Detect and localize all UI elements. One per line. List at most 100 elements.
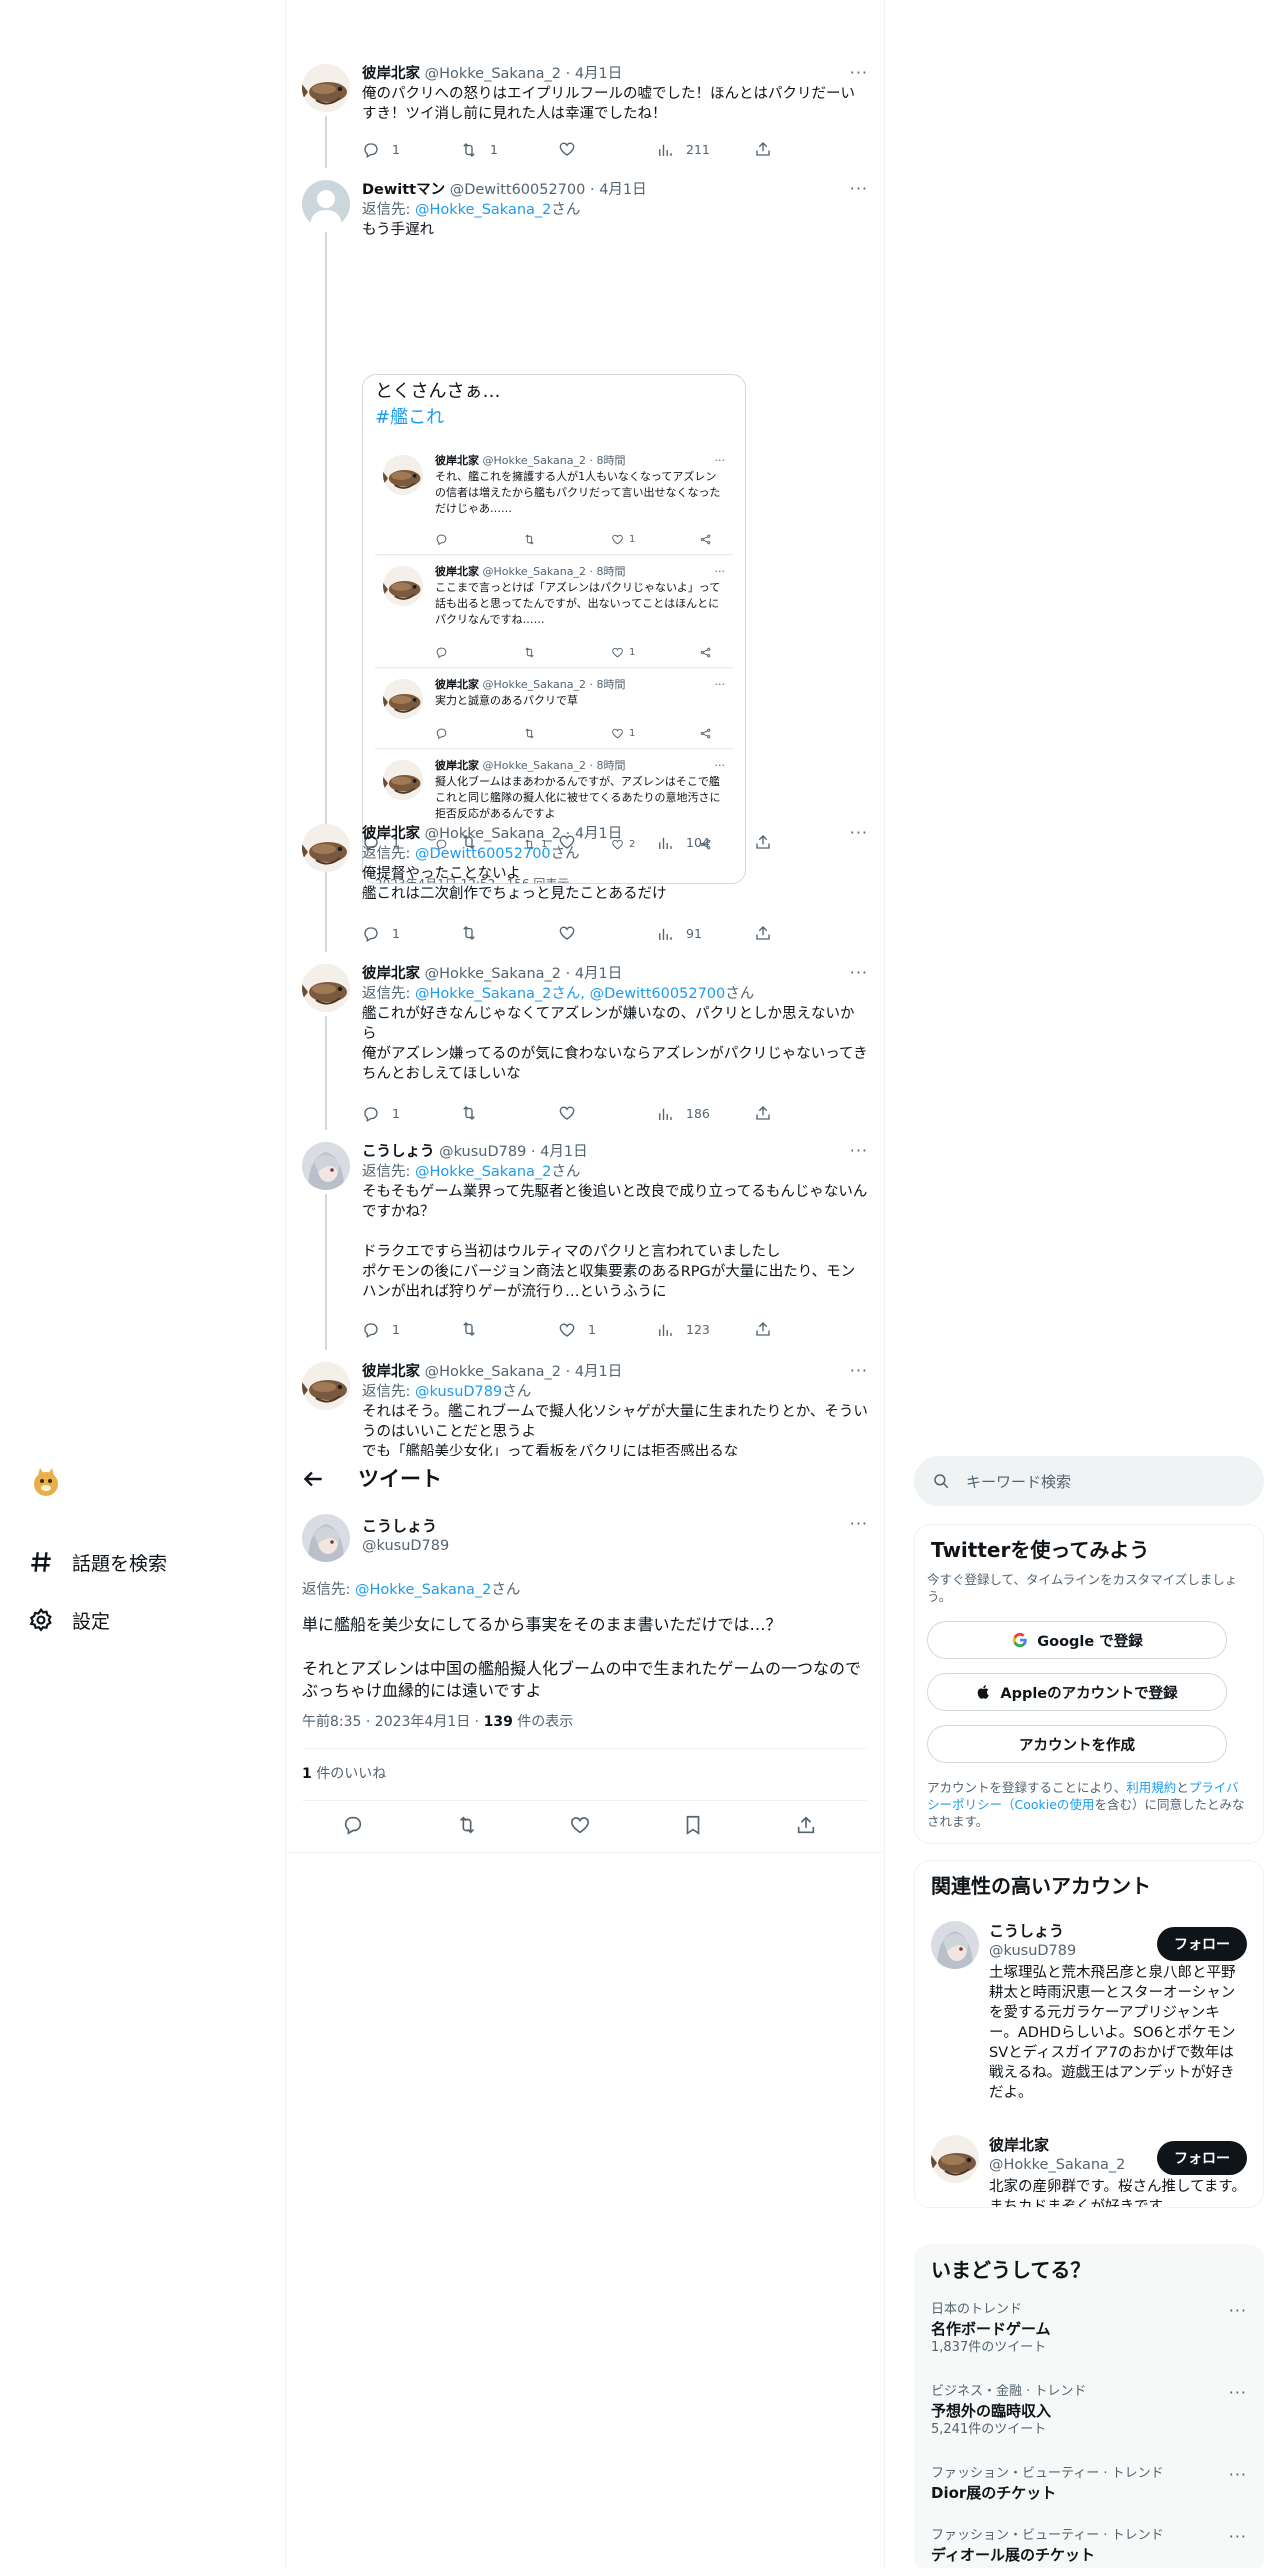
avatar[interactable]: [302, 964, 350, 1012]
sidebar-item-settings[interactable]: 設定: [28, 1600, 110, 1640]
thread-tweet[interactable]: 彼岸北家 @Hokke_Sakana_2 · 4月1日 ··· 俺のパクリへの怒り…: [286, 52, 884, 168]
more-options-icon[interactable]: ···: [850, 1514, 868, 1533]
avatar[interactable]: [302, 180, 350, 228]
tweet-image-card[interactable]: とくさんさぁ… #艦これ 彼岸北家 @Hokke_Sakana_2 · 8時間 ·…: [362, 374, 746, 884]
heart-icon[interactable]: [569, 1814, 591, 1836]
more-options-icon[interactable]: ···: [850, 64, 868, 82]
account-card[interactable]: こうしょう @kusuD789 フォロー 土塚理弘と荒木飛呂彦と泉八郎と平野耕太…: [915, 1917, 1263, 2129]
account-handle[interactable]: @kusuD789: [989, 1941, 1076, 1961]
account-card[interactable]: 彼岸北家 @Hokke_Sakana_2 フォロー 北家の産卵群です。桜さん推し…: [915, 2131, 1263, 2207]
more-options-icon[interactable]: ···: [850, 1362, 868, 1380]
sidebar-item-explore[interactable]: 話題を検索: [28, 1542, 167, 1582]
views-button[interactable]: 211: [656, 140, 710, 160]
thread-tweet[interactable]: 彼岸北家 @Hokke_Sakana_2 · 4月1日 ··· 返信先: @Dew…: [286, 812, 884, 952]
terms-link[interactable]: 利用規約: [1126, 1780, 1176, 1795]
share-button[interactable]: [754, 140, 772, 158]
avatar[interactable]: [931, 2135, 979, 2183]
retweet-icon[interactable]: [456, 1814, 478, 1836]
author-name[interactable]: 彼岸北家: [362, 66, 420, 82]
reply-to-link[interactable]: @Hokke_Sakana_2さん, @Dewitt60052700: [415, 986, 725, 1002]
tweet-actions: 1 1 123: [362, 1320, 868, 1340]
trend-item[interactable]: ファッション・ビューティー · トレンド Dior展のチケット ···: [931, 2465, 1247, 2527]
author-name[interactable]: こうしょう: [362, 1516, 437, 1536]
more-options-icon[interactable]: ···: [1229, 2301, 1247, 2320]
more-options-icon[interactable]: ···: [850, 1142, 868, 1160]
trend-item[interactable]: ファッション・ビューティー · トレンド ディオール展のチケット ···: [931, 2527, 1247, 2568]
reply-icon[interactable]: [342, 1814, 364, 1836]
author-handle[interactable]: @Dewitt60052700 · 4月1日: [450, 182, 647, 198]
thread-tweet[interactable]: こうしょう @kusuD789 · 4月1日 ··· 返信先: @Hokke_Sa…: [286, 1130, 884, 1350]
share-button[interactable]: [754, 924, 772, 942]
search-input[interactable]: キーワード検索: [966, 1471, 1071, 1492]
author-handle[interactable]: @Hokke_Sakana_2 · 4月1日: [425, 966, 623, 982]
bookmark-icon[interactable]: [682, 1814, 704, 1836]
author-name[interactable]: こうしょう: [362, 1144, 435, 1160]
thread-tweet[interactable]: 彼岸北家 @Hokke_Sakana_2 · 4月1日 ··· 返信先: @kus…: [286, 1350, 884, 1456]
like-button[interactable]: [558, 140, 588, 158]
reply-to-link[interactable]: @Hokke_Sakana_2: [415, 202, 551, 218]
share-button[interactable]: [754, 1320, 772, 1338]
avatar[interactable]: [302, 64, 350, 112]
author-handle[interactable]: @kusuD789: [362, 1536, 449, 1556]
author-name[interactable]: Dewittマン: [362, 182, 445, 198]
like-count: 1: [588, 1322, 596, 1337]
author-handle[interactable]: @Hokke_Sakana_2 · 4月1日: [425, 1364, 623, 1380]
reply-button[interactable]: 1: [362, 924, 400, 944]
reply-button[interactable]: 1: [362, 140, 400, 160]
follow-button[interactable]: フォロー: [1157, 1927, 1247, 1961]
avatar[interactable]: [302, 1514, 350, 1562]
reply-button[interactable]: 1: [362, 1320, 400, 1340]
author-name[interactable]: 彼岸北家: [362, 826, 420, 842]
reply-to-link[interactable]: @Dewitt60052700: [415, 846, 551, 862]
author-name[interactable]: 彼岸北家: [362, 966, 420, 982]
trend-item[interactable]: ビジネス・金融 · トレンド 予想外の臨時収入 5,241件のツイート ···: [931, 2383, 1247, 2445]
author-handle[interactable]: @Hokke_Sakana_2 · 4月1日: [425, 66, 623, 82]
terms-notice: アカウントを登録することにより、利用規約とプライバシーポリシー（Cookieの使…: [927, 1780, 1245, 1829]
views-button[interactable]: 91: [656, 924, 702, 944]
account-handle[interactable]: @Hokke_Sakana_2: [989, 2155, 1125, 2175]
like-button[interactable]: 1: [558, 1320, 596, 1340]
views-button[interactable]: 186: [656, 1104, 710, 1124]
avatar[interactable]: [931, 1921, 979, 1969]
retweet-button[interactable]: [460, 924, 490, 942]
more-options-icon[interactable]: ···: [850, 964, 868, 982]
search-box[interactable]: キーワード検索: [914, 1456, 1264, 1506]
author-handle[interactable]: @Hokke_Sakana_2 · 4月1日: [425, 826, 623, 842]
back-arrow-icon[interactable]: [300, 1466, 326, 1492]
google-signup-button[interactable]: Google で登録: [927, 1621, 1227, 1659]
trend-count: 1,837件のツイート: [931, 2340, 1047, 2355]
reply-button[interactable]: 1: [362, 1104, 400, 1124]
avatar[interactable]: [302, 1142, 350, 1190]
like-button[interactable]: [558, 924, 588, 942]
views-button[interactable]: 123: [656, 1320, 710, 1340]
account-name[interactable]: こうしょう: [989, 1921, 1064, 1941]
reply-to-link[interactable]: @Hokke_Sakana_2: [355, 1582, 491, 1598]
retweet-button[interactable]: 1: [460, 140, 498, 160]
share-button[interactable]: [754, 1104, 772, 1122]
more-options-icon[interactable]: ···: [1229, 2527, 1247, 2546]
share-icon[interactable]: [795, 1814, 817, 1836]
more-options-icon[interactable]: ···: [850, 180, 868, 198]
retweet-button[interactable]: [460, 1104, 490, 1122]
more-options-icon[interactable]: ···: [1229, 2465, 1247, 2484]
reply-to-link[interactable]: @kusuD789: [415, 1384, 502, 1400]
reply-to-link[interactable]: @Hokke_Sakana_2: [415, 1164, 551, 1180]
more-options-icon[interactable]: ···: [850, 824, 868, 842]
more-options-icon[interactable]: ···: [1229, 2383, 1247, 2402]
author-name[interactable]: 彼岸北家: [362, 1364, 420, 1380]
site-logo-icon[interactable]: [28, 1464, 64, 1500]
retweet-button[interactable]: [460, 1320, 490, 1338]
create-account-button[interactable]: アカウントを作成: [927, 1725, 1227, 1763]
tweet-timestamp[interactable]: 午前8:35 · 2023年4月1日 · 139 件の表示: [302, 1712, 573, 1732]
thread-tweet[interactable]: 彼岸北家 @Hokke_Sakana_2 · 4月1日 ··· 返信先: @Hok…: [286, 952, 884, 1130]
author-handle[interactable]: @kusuD789 · 4月1日: [439, 1144, 588, 1160]
avatar[interactable]: [302, 824, 350, 872]
account-bio: 土塚理弘と荒木飛呂彦と泉八郎と平野耕太と時雨沢恵一とスターオーシャンを愛する元ガ…: [989, 1965, 1236, 2101]
apple-signup-button[interactable]: Appleのアカウントで登録: [927, 1673, 1227, 1711]
likes-summary[interactable]: 1 件のいいね: [302, 1764, 386, 1784]
trend-item[interactable]: 日本のトレンド 名作ボードゲーム 1,837件のツイート ···: [931, 2301, 1247, 2363]
like-button[interactable]: [558, 1104, 588, 1122]
account-name[interactable]: 彼岸北家: [989, 2135, 1049, 2155]
avatar[interactable]: [302, 1362, 350, 1410]
follow-button[interactable]: フォロー: [1157, 2141, 1247, 2175]
